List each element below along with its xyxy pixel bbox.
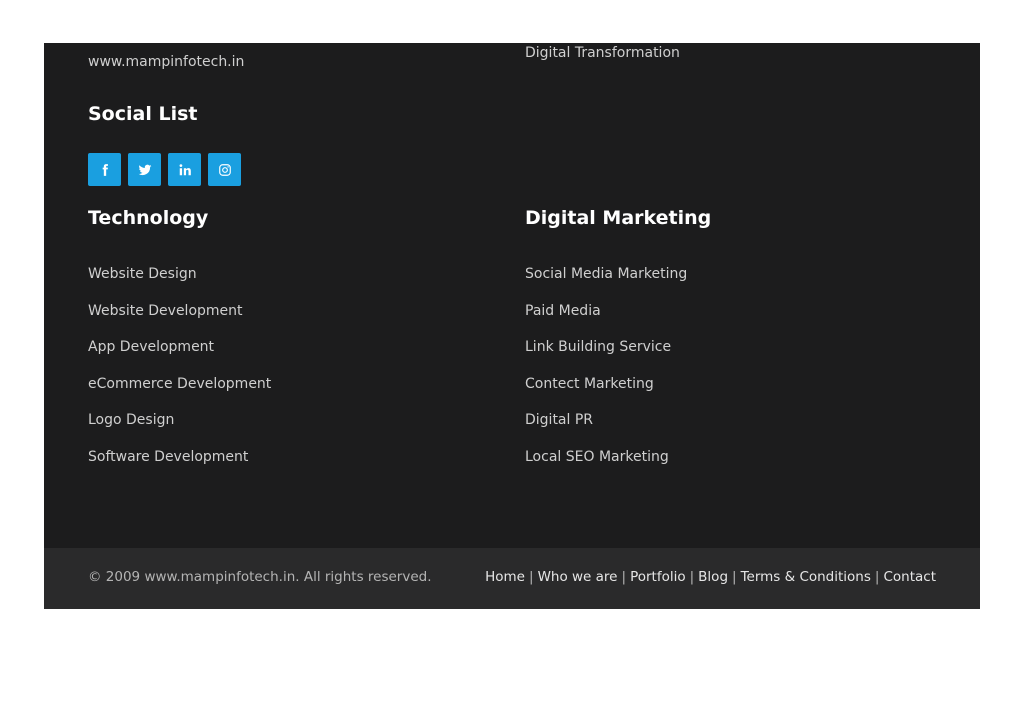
contect-marketing-link[interactable]: Contect Marketing [525,376,654,392]
technology-heading: Technology [88,207,209,229]
digital-transformation-link[interactable]: Digital Transformation [525,45,680,61]
website-development-link[interactable]: Website Development [88,303,243,319]
twitter-icon [138,164,151,175]
list-item: Website Design [88,263,271,300]
site-footer: www.mampinfotech.in Digital Transformati… [44,43,980,609]
linkedin-button[interactable] [168,153,201,186]
software-development-link[interactable]: Software Development [88,449,248,465]
nav-separator: | [689,569,695,585]
link-building-service-link[interactable]: Link Building Service [525,339,671,355]
list-item: App Development [88,336,271,373]
bottom-nav: Home | Who we are | Portfolio | Blog | T… [485,569,936,585]
list-item: Social Media Marketing [525,263,687,300]
nav-terms-conditions[interactable]: Terms & Conditions [741,569,871,585]
list-item: Contect Marketing [525,373,687,410]
website-design-link[interactable]: Website Design [88,266,197,282]
nav-separator: | [529,569,534,585]
digital-marketing-heading: Digital Marketing [525,207,712,229]
list-item: Local SEO Marketing [525,446,687,483]
social-list-heading: Social List [88,103,198,125]
linkedin-icon [179,163,191,175]
twitter-button[interactable] [128,153,161,186]
nav-contact[interactable]: Contact [883,569,936,585]
website-link[interactable]: www.mampinfotech.in [88,54,244,70]
list-item: Paid Media [525,300,687,337]
nav-home[interactable]: Home [485,569,525,585]
logo-design-link[interactable]: Logo Design [88,412,174,428]
local-seo-marketing-link[interactable]: Local SEO Marketing [525,449,669,465]
list-item: Digital PR [525,409,687,446]
social-media-marketing-link[interactable]: Social Media Marketing [525,266,687,282]
digital-marketing-links: Social Media Marketing Paid Media Link B… [525,263,687,482]
technology-links: Website Design Website Development App D… [88,263,271,482]
list-item: Software Development [88,446,271,483]
nav-separator: | [732,569,737,585]
ecommerce-development-link[interactable]: eCommerce Development [88,376,271,392]
nav-portfolio[interactable]: Portfolio [630,569,686,585]
facebook-button[interactable] [88,153,121,186]
instagram-icon [218,163,231,176]
facebook-icon [102,163,108,176]
list-item: eCommerce Development [88,373,271,410]
app-development-link[interactable]: App Development [88,339,214,355]
instagram-button[interactable] [208,153,241,186]
digital-pr-link[interactable]: Digital PR [525,412,593,428]
nav-separator: | [874,569,880,585]
nav-separator: | [621,569,627,585]
nav-blog[interactable]: Blog [698,569,728,585]
list-item: Link Building Service [525,336,687,373]
list-item: Logo Design [88,409,271,446]
copyright-text: © 2009 www.mampinfotech.in. All rights r… [88,569,432,585]
list-item: Website Development [88,300,271,337]
bottom-bar: © 2009 www.mampinfotech.in. All rights r… [44,548,980,609]
social-list [88,153,241,186]
nav-who-we-are[interactable]: Who we are [538,569,618,585]
paid-media-link[interactable]: Paid Media [525,303,601,319]
